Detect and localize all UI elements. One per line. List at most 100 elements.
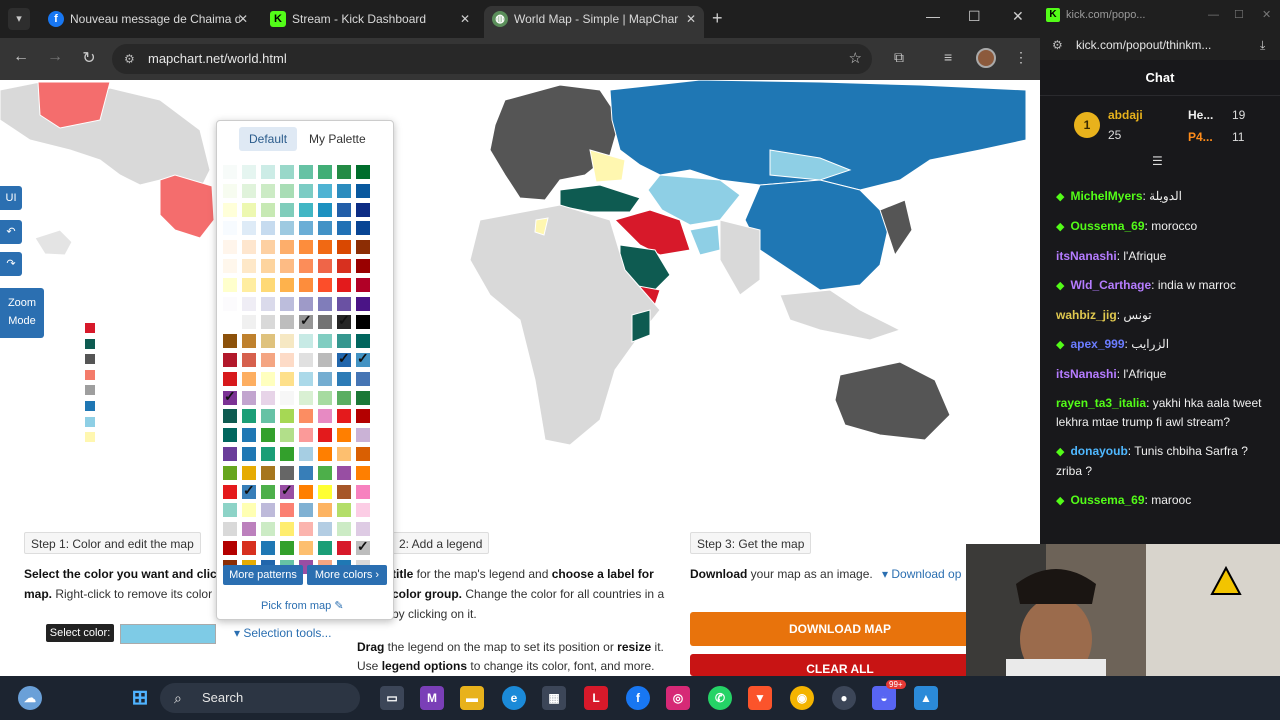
site-info-icon[interactable]: ⚙ xyxy=(1052,30,1063,60)
palette-color-cell[interactable] xyxy=(261,165,275,179)
brave-icon[interactable]: ▼ xyxy=(748,686,772,710)
palette-color-cell[interactable] xyxy=(261,484,275,499)
tab-my-palette[interactable]: My Palette xyxy=(299,127,376,151)
palette-color-cell[interactable] xyxy=(261,390,275,405)
palette-color-cell[interactable] xyxy=(337,240,351,255)
palette-color-cell[interactable] xyxy=(337,277,351,292)
palette-color-cell[interactable] xyxy=(318,484,332,499)
palette-color-cell[interactable] xyxy=(280,165,294,179)
palette-color-cell[interactable] xyxy=(318,371,332,386)
palette-color-cell[interactable] xyxy=(280,522,294,537)
chat-username[interactable]: MichelMyers xyxy=(1070,189,1142,203)
chat-username[interactable]: itsNanashi xyxy=(1056,249,1117,263)
more-colors-button[interactable]: More colors › xyxy=(307,565,387,585)
palette-color-cell[interactable] xyxy=(356,538,370,555)
address-bar[interactable]: ⚙ mapchart.net/world.html ☆ xyxy=(112,44,872,74)
palette-color-cell[interactable] xyxy=(223,240,237,255)
palette-color-cell[interactable] xyxy=(223,277,237,292)
palette-color-cell[interactable] xyxy=(318,503,332,518)
palette-color-cell[interactable] xyxy=(280,465,294,480)
palette-color-cell[interactable] xyxy=(223,165,237,179)
palette-color-cell[interactable] xyxy=(280,315,294,330)
palette-color-cell[interactable] xyxy=(356,428,370,443)
palette-color-cell[interactable] xyxy=(356,259,370,273)
palette-color-cell[interactable] xyxy=(223,503,237,518)
palette-color-cell[interactable] xyxy=(261,447,275,461)
palette-color-cell[interactable] xyxy=(280,259,294,273)
store-icon[interactable]: ▦ xyxy=(542,686,566,710)
palette-color-cell[interactable] xyxy=(318,165,332,179)
palette-color-cell[interactable] xyxy=(356,202,370,217)
palette-color-cell[interactable] xyxy=(337,350,351,367)
palette-color-cell[interactable] xyxy=(223,409,237,424)
palette-color-cell[interactable] xyxy=(261,371,275,386)
close-tab-icon[interactable]: ✕ xyxy=(238,6,248,32)
chat-address-bar[interactable]: ⚙ kick.com/popout/thinkm... ⤓ xyxy=(1040,30,1280,60)
palette-color-cell[interactable] xyxy=(280,409,294,424)
palette-color-cell[interactable] xyxy=(242,465,256,480)
palette-color-cell[interactable] xyxy=(280,202,294,217)
palette-color-cell[interactable] xyxy=(356,296,370,311)
palette-color-cell[interactable] xyxy=(223,202,237,217)
palette-color-cell[interactable] xyxy=(223,296,237,311)
palette-color-cell[interactable] xyxy=(242,503,256,518)
palette-color-cell[interactable] xyxy=(223,315,237,330)
whatsapp-icon[interactable]: ✆ xyxy=(708,686,732,710)
palette-color-cell[interactable] xyxy=(280,541,294,555)
palette-color-cell[interactable] xyxy=(261,503,275,518)
palette-color-cell[interactable] xyxy=(337,428,351,443)
leader-name[interactable]: abdaji xyxy=(1108,108,1143,122)
palette-color-cell[interactable] xyxy=(356,240,370,255)
palette-color-cell[interactable] xyxy=(223,353,237,367)
palette-color-cell[interactable] xyxy=(299,522,313,537)
undo-icon[interactable]: ↶ xyxy=(0,220,22,244)
palette-color-cell[interactable] xyxy=(356,277,370,292)
palette-color-cell[interactable] xyxy=(337,503,351,518)
palette-color-cell[interactable] xyxy=(299,202,313,217)
palette-color-cell[interactable] xyxy=(242,202,256,217)
palette-color-cell[interactable] xyxy=(337,221,351,236)
palette-color-cell[interactable] xyxy=(223,221,237,236)
palette-color-cell[interactable] xyxy=(299,371,313,386)
palette-color-cell[interactable] xyxy=(242,277,256,292)
chrome-icon[interactable]: ◉ xyxy=(790,686,814,710)
windows-start-icon[interactable]: ⊞ xyxy=(128,686,152,710)
palette-color-cell[interactable] xyxy=(337,334,351,349)
legend-swatch[interactable] xyxy=(85,401,95,411)
task-view-icon[interactable]: ▭ xyxy=(380,686,404,710)
redo-icon[interactable]: ↷ xyxy=(0,252,22,276)
palette-color-cell[interactable] xyxy=(242,183,256,198)
palette-color-cell[interactable] xyxy=(318,541,332,555)
palette-color-cell[interactable] xyxy=(242,371,256,386)
palette-color-cell[interactable] xyxy=(223,522,237,537)
back-icon[interactable]: ← xyxy=(10,48,32,66)
palette-color-cell[interactable] xyxy=(356,447,370,461)
legend-swatch[interactable] xyxy=(85,354,95,365)
palette-color-cell[interactable] xyxy=(280,334,294,349)
palette-color-cell[interactable] xyxy=(356,221,370,236)
palette-color-cell[interactable] xyxy=(261,465,275,480)
palette-color-cell[interactable] xyxy=(318,390,332,405)
palette-color-cell[interactable] xyxy=(280,428,294,443)
legend-swatch[interactable] xyxy=(85,432,95,443)
new-tab-button[interactable]: + xyxy=(712,8,723,29)
palette-color-cell[interactable] xyxy=(337,390,351,405)
palette-color-cell[interactable] xyxy=(261,183,275,198)
palette-color-cell[interactable] xyxy=(242,390,256,405)
clear-all-button[interactable]: CLEAR ALL xyxy=(690,654,990,676)
palette-color-cell[interactable] xyxy=(280,503,294,518)
expand-leaderboard-icon[interactable]: ☰ xyxy=(1152,154,1163,168)
palette-color-cell[interactable] xyxy=(299,353,313,367)
palette-color-cell[interactable] xyxy=(280,447,294,461)
palette-color-cell[interactable] xyxy=(261,334,275,349)
palette-color-cell[interactable] xyxy=(356,409,370,424)
tab-mapchart[interactable]: ◍ World Map - Simple | MapChar ✕ xyxy=(484,6,704,38)
palette-color-cell[interactable] xyxy=(242,259,256,273)
reload-icon[interactable]: ↻ xyxy=(78,48,100,68)
legend-swatch[interactable] xyxy=(85,323,95,333)
step3-title[interactable]: Step 3: Get the map xyxy=(690,532,812,554)
tab-facebook[interactable]: f Nouveau message de Chaima d ✕ xyxy=(40,6,256,36)
more-patterns-button[interactable]: More patterns xyxy=(223,565,303,585)
palette-color-cell[interactable] xyxy=(356,315,370,330)
second-leader-name[interactable]: He... xyxy=(1188,108,1213,122)
